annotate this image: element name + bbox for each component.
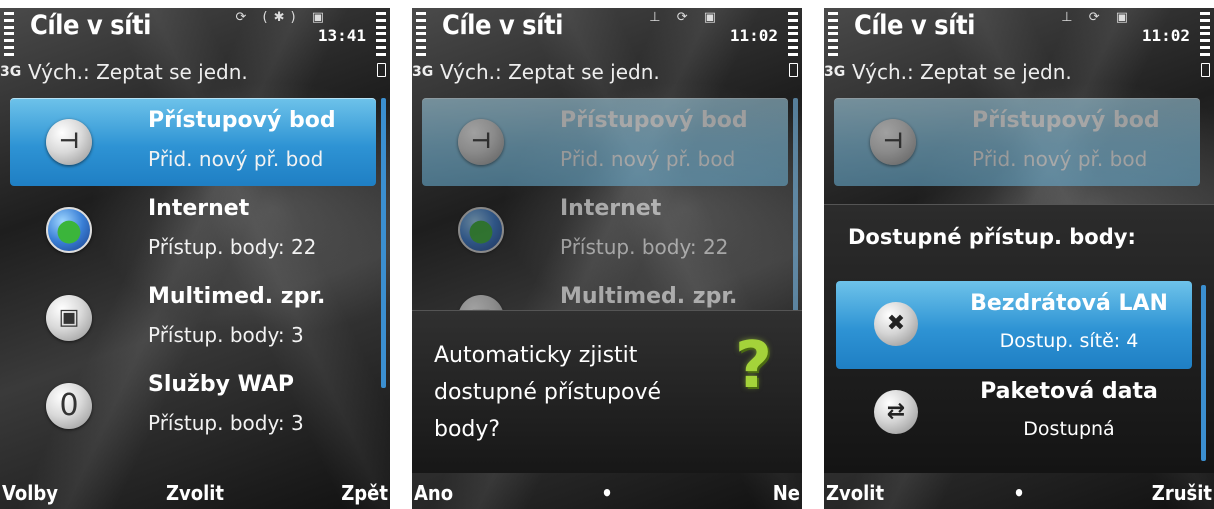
softkey-bar: Zvolit • Zrušit [824, 473, 1214, 509]
softkey-bar: Volby Zvolit Zpět [0, 473, 390, 509]
default-connection-label: Vých.: Zeptat se jedn. [852, 60, 1072, 84]
item-subtitle: Přid. nový př. bod [560, 147, 736, 171]
title-bar: Cíle v síti ⊥ ⟳ ▣ 11:02 [412, 8, 802, 60]
cancel-softkey[interactable]: Zrušit [1152, 481, 1212, 505]
select-softkey[interactable]: Zvolit [826, 481, 884, 505]
phone-screen-2: Cíle v síti ⊥ ⟳ ▣ 11:02 3G Vých.: Zeptat… [412, 8, 802, 509]
item-title: Přístupový bod [560, 108, 748, 133]
item-subtitle: Dostup. sítě: 4 [999, 330, 1139, 352]
popup-scrollbar[interactable] [1201, 285, 1206, 461]
dialog-question: Automaticky zjistit dostupné přístupové … [434, 343, 662, 442]
clock: 13:41 [317, 26, 366, 45]
left-softkey[interactable]: Volby [2, 481, 58, 505]
confirmation-dialog: Automaticky zjistit dostupné přístupové … [412, 310, 802, 473]
network-mode: 3G [0, 64, 22, 80]
network-mode: 3G [412, 64, 434, 80]
list-item-wap[interactable]: 0 Služby WAP Přístup. body: 3 [10, 362, 376, 450]
sub-status-line: 3G Vých.: Zeptat se jedn. [412, 58, 802, 88]
battery-level-icon [788, 12, 798, 56]
scrollbar[interactable] [381, 98, 386, 388]
page-title: Cíle v síti [30, 10, 151, 41]
item-subtitle: Přid. nový př. bod [148, 147, 324, 171]
yes-softkey[interactable]: Ano [414, 481, 453, 505]
battery-level-icon [376, 12, 386, 56]
item-subtitle: Přístup. body: 22 [148, 235, 317, 259]
item-title: Přístupový bod [148, 108, 336, 133]
right-softkey[interactable]: Zpět [341, 481, 388, 505]
phone-screen-1: Cíle v síti ⟳ (✱) ▣ 13:41 3G Vých.: Zept… [0, 8, 390, 509]
battery-icon [1201, 63, 1210, 77]
clock: 11:02 [729, 26, 778, 45]
sub-status-line: 3G Vých.: Zeptat se jedn. [0, 58, 390, 88]
signal-strength-icon [4, 12, 14, 56]
popup-item-packet-data[interactable]: ⇄ Paketová data Dostupná [836, 369, 1192, 457]
softkey-bar: Ano • Ne [412, 473, 802, 509]
item-title: Paketová data [980, 379, 1158, 404]
item-subtitle: Přístup. body: 3 [148, 411, 304, 435]
title-bar: Cíle v síti ⊥ ⟳ ▣ 11:02 [824, 8, 1214, 60]
access-point-icon: ⊣ [46, 119, 92, 165]
access-point-icon: ⊣ [458, 119, 504, 165]
page-title: Cíle v síti [854, 10, 975, 41]
battery-icon [377, 63, 386, 77]
middle-softkey[interactable]: • [1013, 481, 1025, 505]
default-connection-label: Vých.: Zeptat se jedn. [440, 60, 660, 84]
list-item-internet: ● Internet Přístup. body: 22 [422, 186, 788, 274]
question-mark-icon: ? [734, 329, 772, 403]
status-icons: ⊥ ⟳ ▣ [1061, 10, 1134, 25]
page-title: Cíle v síti [442, 10, 563, 41]
item-title: Multimed. zpr. [560, 284, 738, 309]
item-title: Internet [148, 196, 250, 221]
item-subtitle: Přístup. body: 22 [560, 235, 729, 259]
item-title: Multimed. zpr. [148, 284, 326, 309]
popup-item-wlan[interactable]: ✖ Bezdrátová LAN Dostup. sítě: 4 [836, 281, 1192, 369]
signal-strength-icon [416, 12, 426, 56]
battery-level-icon [1200, 12, 1210, 56]
battery-icon [789, 63, 798, 77]
network-mode: 3G [824, 64, 846, 80]
item-title: Internet [560, 196, 662, 221]
available-access-points-popup: Dostupné přístup. body: ✖ Bezdrátová LAN… [824, 204, 1214, 473]
signal-strength-icon [828, 12, 838, 56]
item-subtitle: Přístup. body: 3 [148, 323, 304, 347]
list-item-access-point: ⊣ Přístupový bod Přid. nový př. bod [422, 98, 788, 186]
globe-icon: ● [46, 207, 92, 253]
item-title: Bezdrátová LAN [970, 291, 1168, 316]
access-point-icon: ⊣ [870, 119, 916, 165]
list-item-access-point: ⊣ Přístupový bod Přid. nový př. bod [834, 98, 1200, 186]
list-item-multimedia[interactable]: ▣ Multimed. zpr. Přístup. body: 3 [10, 274, 376, 362]
item-title: Služby WAP [148, 372, 295, 397]
title-bar: Cíle v síti ⟳ (✱) ▣ 13:41 [0, 8, 390, 60]
middle-softkey[interactable]: • [601, 481, 613, 505]
no-softkey[interactable]: Ne [773, 481, 800, 505]
popup-title: Dostupné přístup. body: [848, 225, 1136, 249]
item-subtitle: Přid. nový př. bod [972, 147, 1148, 171]
globe-icon: ● [458, 207, 504, 253]
item-subtitle: Dostupná [1023, 418, 1115, 440]
sub-status-line: 3G Vých.: Zeptat se jedn. [824, 58, 1214, 88]
item-title: Přístupový bod [972, 108, 1160, 133]
list-item-internet[interactable]: ● Internet Přístup. body: 22 [10, 186, 376, 274]
middle-softkey[interactable]: Zvolit [166, 481, 224, 505]
status-icons: ⟳ (✱) ▣ [235, 10, 330, 25]
default-connection-label: Vých.: Zeptat se jedn. [28, 60, 248, 84]
status-icons: ⊥ ⟳ ▣ [649, 10, 722, 25]
wap-icon: 0 [46, 383, 92, 429]
list-item-access-point[interactable]: ⊣ Přístupový bod Přid. nový př. bod [10, 98, 376, 186]
multimedia-message-icon: ▣ [46, 295, 92, 341]
phone-screen-3: Cíle v síti ⊥ ⟳ ▣ 11:02 3G Vých.: Zeptat… [824, 8, 1214, 509]
clock: 11:02 [1141, 26, 1190, 45]
